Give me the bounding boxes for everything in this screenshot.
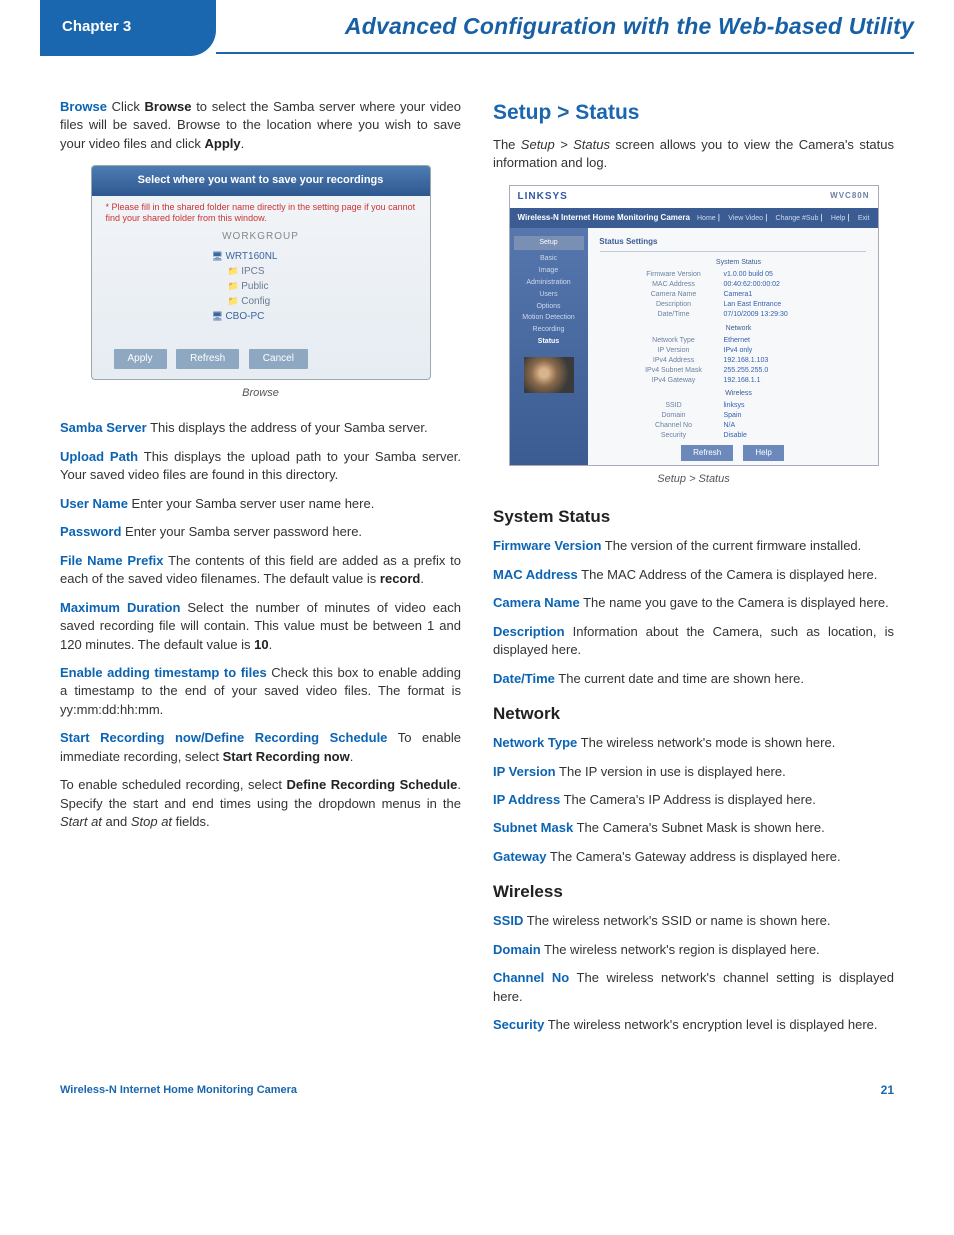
cancel-button[interactable]: Cancel: [249, 349, 308, 369]
top-tabs: Home | View Video | Change #Sub | Help |…: [691, 212, 870, 224]
footer-product-name: Wireless-N Internet Home Monitoring Came…: [60, 1084, 297, 1096]
figure-browse: Select where you want to save your recor…: [60, 165, 461, 379]
para-browse: Browse Click Browse to select the Samba …: [60, 98, 461, 153]
tab[interactable]: Change #Sub: [776, 215, 819, 222]
sidebar-item[interactable]: Recording: [514, 325, 584, 335]
sidebar-item[interactable]: Image: [514, 266, 584, 276]
camera-thumbnail: [524, 357, 574, 393]
heading-system-status: System Status: [493, 505, 894, 529]
term-enable-timestamp: Enable adding timestamp to files: [60, 665, 267, 680]
sidebar-item[interactable]: Basic: [514, 254, 584, 264]
refresh-button[interactable]: Refresh: [681, 445, 733, 460]
term-firmware-version: Firmware Version: [493, 538, 601, 553]
heading-network: Network: [493, 702, 894, 726]
right-column: Setup > Status The Setup > Status screen…: [493, 98, 894, 1045]
status-main: Status Settings System Status Firmware V…: [588, 228, 878, 465]
term-start-recording: Start Recording now/Define Recording Sch…: [60, 730, 387, 745]
sidebar-item[interactable]: Users: [514, 290, 584, 300]
sidebar-item[interactable]: Options: [514, 302, 584, 312]
term-domain: Domain: [493, 942, 541, 957]
tree-node[interactable]: Public: [228, 279, 430, 294]
sidebar: Setup Basic Image Administration Users O…: [510, 228, 588, 465]
sidebar-item-setup[interactable]: Setup: [514, 236, 584, 250]
term-user-name: User Name: [60, 496, 128, 511]
browse-dialog-title: Select where you want to save your recor…: [92, 166, 430, 196]
term-security: Security: [493, 1017, 544, 1032]
sidebar-item-status[interactable]: Status: [514, 337, 584, 347]
term-camera-name: Camera Name: [493, 595, 580, 610]
sidebar-item[interactable]: Motion Detection: [514, 313, 584, 323]
term-samba-server: Samba Server: [60, 420, 147, 435]
product-title: Wireless-N Internet Home Monitoring Came…: [518, 212, 690, 223]
term-subnet-mask: Subnet Mask: [493, 820, 573, 835]
tree-node[interactable]: CBO-PC: [212, 309, 430, 324]
term-file-name-prefix: File Name Prefix: [60, 553, 164, 568]
apply-button[interactable]: Apply: [114, 349, 167, 369]
term-password: Password: [60, 524, 121, 539]
tree-node[interactable]: IPCS: [228, 264, 430, 279]
tab[interactable]: View Video: [728, 215, 763, 222]
para-define-schedule: To enable scheduled recording, select De…: [60, 776, 461, 831]
help-button[interactable]: Help: [743, 445, 783, 460]
para-setup-status-intro: The Setup > Status screen allows you to …: [493, 136, 894, 173]
browse-group-label: WORKGROUP: [92, 230, 430, 244]
term-network-type: Network Type: [493, 735, 577, 750]
term-upload-path: Upload Path: [60, 449, 138, 464]
tab[interactable]: Home: [697, 215, 716, 222]
term-gateway: Gateway: [493, 849, 546, 864]
tab[interactable]: Exit: [858, 215, 870, 222]
term-ip-version: IP Version: [493, 764, 556, 779]
page-number: 21: [881, 1083, 894, 1097]
term-description: Description: [493, 624, 565, 639]
footer: Wireless-N Internet Home Monitoring Came…: [0, 1053, 954, 1107]
left-column: Browse Click Browse to select the Samba …: [60, 98, 461, 1045]
figure-caption: Browse: [60, 386, 461, 402]
chapter-label: Chapter 3: [40, 18, 131, 35]
browse-dialog-note: * Please fill in the shared folder name …: [92, 196, 430, 227]
refresh-button[interactable]: Refresh: [176, 349, 239, 369]
tree-node[interactable]: WRT160NL: [212, 249, 430, 264]
sidebar-item[interactable]: Administration: [514, 278, 584, 288]
figure-status: LINKSYS WVC80N Wireless-N Internet Home …: [493, 185, 894, 466]
brand-logo: LINKSYS: [518, 190, 568, 204]
heading-setup-status: Setup > Status: [493, 98, 894, 128]
browse-tree: WRT160NL IPCS Public Config CBO-PC: [212, 249, 430, 324]
model-label: WVC80N: [830, 190, 869, 204]
subhead: Wireless: [588, 389, 878, 399]
term-browse: Browse: [60, 99, 107, 114]
figure-caption: Setup > Status: [493, 472, 894, 488]
term-channel-no: Channel No: [493, 970, 569, 985]
tab[interactable]: Help: [831, 215, 845, 222]
term-mac-address: MAC Address: [493, 567, 578, 582]
term-ssid: SSID: [493, 913, 523, 928]
term-maximum-duration: Maximum Duration: [60, 600, 180, 615]
tree-node[interactable]: Config: [228, 294, 430, 309]
term-ip-address: IP Address: [493, 792, 560, 807]
page-title: Advanced Configuration with the Web-base…: [345, 13, 914, 40]
status-heading: Status Settings: [588, 228, 878, 249]
subhead: Network: [588, 324, 878, 334]
heading-wireless: Wireless: [493, 880, 894, 904]
term-date-time: Date/Time: [493, 671, 555, 686]
subhead: System Status: [588, 258, 878, 268]
